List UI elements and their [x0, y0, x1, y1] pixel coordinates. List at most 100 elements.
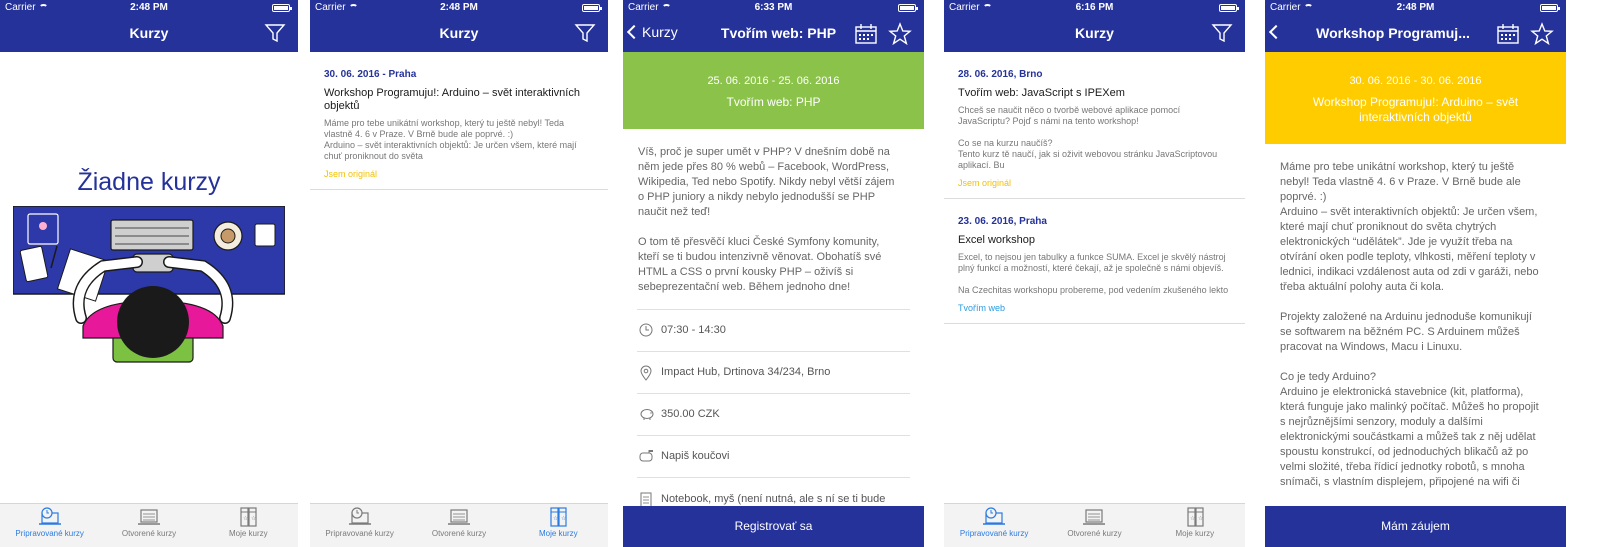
tab-bar: Pripravované kurzy Otvorené kurzy ☆ ☆ Moj…: [0, 503, 298, 547]
status-bar: Carrier 6:33 PM: [623, 0, 924, 16]
course-place: Impact Hub, Drtinova 34/234, Brno: [661, 366, 831, 378]
svg-text:☆: ☆: [1190, 515, 1195, 522]
status-bar: Carrier 2:48 PM: [0, 0, 298, 16]
tab-label: Pripravované kurzy: [15, 529, 84, 538]
tab-label: Pripravované kurzy: [325, 529, 394, 538]
nav-bar: Kurzy: [944, 16, 1245, 52]
tab-prepared[interactable]: Pripravované kurzy: [944, 504, 1044, 547]
register-button[interactable]: Registrovať sa: [623, 506, 924, 547]
screen-prepared-list: Carrier 6:16 PM Kurzy 28. 06. 2016, Brno…: [944, 0, 1245, 547]
location-pin-icon: [639, 365, 653, 384]
clock: 2:48 PM: [130, 2, 168, 13]
tab-label: Otvorené kurzy: [121, 529, 177, 538]
course-hero: 25. 06. 2016 - 25. 06. 2016 Tvořím web: …: [623, 52, 924, 129]
course-hero-title: Tvořím web: PHP: [726, 95, 821, 109]
calendar-icon[interactable]: [854, 23, 878, 50]
status-bar: Carrier 2:48 PM: [1265, 0, 1566, 16]
filter-icon[interactable]: [1211, 22, 1233, 49]
filter-icon[interactable]: [574, 22, 596, 49]
screen-prepared-empty: Carrier 2:48 PM Kurzy Žiadne kurzy Pripr…: [0, 0, 298, 547]
tab-opened[interactable]: Otvorené kurzy: [99, 504, 198, 547]
price-row: 350.00 CZK: [637, 394, 910, 436]
course-date: 28. 06. 2016, Brno: [958, 69, 1043, 80]
status-bar: Carrier 2:48 PM: [310, 0, 608, 16]
tab-mine[interactable]: ☆ ☆ Moje kurzy: [509, 504, 608, 547]
tab-prepared[interactable]: Pripravované kurzy: [0, 504, 99, 547]
status-bar: Carrier 6:16 PM: [944, 0, 1245, 16]
tab-bar: Pripravované kurzy Otvorené kurzy ☆ ☆ Moj…: [944, 503, 1245, 547]
clock: 2:48 PM: [440, 2, 478, 13]
screen-course-detail-php: Carrier 6:33 PM Kurzy Tvořím web: PHP 25…: [623, 0, 924, 547]
page-title: Workshop Programuj...: [1316, 25, 1470, 41]
laptop-keyboard-icon: [1083, 509, 1106, 525]
course-name: Workshop Programuju!: Arduino – svět int…: [324, 87, 580, 112]
course-list-item[interactable]: 28. 06. 2016, Brno Tvořím web: JavaScrip…: [944, 52, 1245, 199]
course-description: Excel, to nejsou jen tabulky a funkce SU…: [958, 252, 1229, 295]
battery-icon: [1219, 4, 1239, 12]
course-hero-title: Workshop Programuju!: Arduino – svět int…: [1312, 95, 1519, 124]
chevron-left-icon: [626, 24, 642, 40]
course-list-item[interactable]: 30. 06. 2016 - Praha Workshop Programuju…: [310, 52, 608, 190]
books-star-icon: ☆ ☆: [1187, 507, 1204, 527]
tab-mine[interactable]: ☆ ☆ Moje kurzy: [199, 504, 298, 547]
books-star-icon: ☆ ☆: [550, 507, 567, 527]
tab-label: Moje kurzy: [538, 529, 578, 538]
piggy-bank-icon: [639, 407, 655, 424]
tab-label: Pripravované kurzy: [959, 529, 1029, 538]
laptop-keyboard-icon: [137, 509, 160, 525]
clock-icon: [639, 323, 653, 340]
course-description: Víš, proč je super umět v PHP? V dnešním…: [638, 146, 895, 293]
laptop-clock-icon: [38, 507, 61, 525]
laptop-clock-icon: [983, 507, 1006, 525]
calendar-icon[interactable]: [1496, 23, 1520, 50]
screen-course-detail-arduino: Carrier 2:48 PM Workshop Programuj... 30…: [1265, 0, 1566, 547]
course-name: Excel workshop: [958, 234, 1036, 246]
tab-label: Otvorené kurzy: [1067, 529, 1122, 538]
tab-opened[interactable]: Otvorené kurzy: [1044, 504, 1144, 547]
svg-text:☆: ☆: [1198, 515, 1203, 522]
course-date: 23. 06. 2016, Praha: [958, 216, 1047, 227]
chevron-left-icon: [1268, 24, 1284, 40]
place-row[interactable]: Impact Hub, Drtinova 34/234, Brno: [637, 352, 910, 394]
nav-bar: Workshop Programuj...: [1265, 16, 1566, 52]
course-category: Tvořím web: [958, 303, 1006, 313]
tab-label: Otvorené kurzy: [431, 529, 487, 538]
star-icon[interactable]: [1530, 22, 1554, 51]
course-category: Jsem originál: [958, 178, 1012, 188]
empty-state-title: Žiadne kurzy: [77, 168, 221, 196]
clock: 6:33 PM: [754, 2, 793, 13]
course-price: 350.00 CZK: [661, 408, 720, 420]
desk-illustration: [12, 205, 286, 375]
svg-text:☆: ☆: [251, 515, 256, 522]
time-row: 07:30 - 14:30: [637, 310, 910, 352]
clock: 6:16 PM: [1075, 2, 1114, 13]
tab-prepared[interactable]: Pripravované kurzy: [310, 504, 409, 547]
nav-bar: Kurzy: [0, 16, 298, 52]
laptop-clock-icon: [348, 507, 371, 525]
tab-opened[interactable]: Otvorené kurzy: [409, 504, 508, 547]
tab-label: Moje kurzy: [228, 529, 268, 538]
filter-icon[interactable]: [264, 22, 286, 49]
tab-mine[interactable]: ☆ ☆ Moje kurzy: [1145, 504, 1245, 547]
course-description: Máme pro tebe unikátní workshop, který t…: [1280, 161, 1539, 488]
svg-text:☆: ☆: [243, 515, 248, 522]
star-icon[interactable]: [888, 22, 912, 51]
coach-row[interactable]: Napiš koučovi: [637, 436, 910, 478]
tab-bar: Pripravované kurzy Otvorené kurzy ☆ ☆ Moj…: [310, 503, 608, 547]
course-date: 30. 06. 2016 - Praha: [324, 69, 417, 80]
screen-my-courses: Carrier 2:48 PM Kurzy 30. 06. 2016 - Pra…: [310, 0, 608, 547]
nav-bar: Kurzy Tvořím web: PHP: [623, 16, 924, 52]
battery-icon: [1540, 4, 1560, 12]
contact-coach: Napiš koučovi: [661, 450, 730, 462]
back-button[interactable]: [1268, 24, 1284, 40]
interest-button[interactable]: Mám záujem: [1265, 506, 1566, 547]
course-dates: 25. 06. 2016 - 25. 06. 2016: [707, 75, 840, 87]
page-title: Kurzy: [439, 25, 479, 41]
tab-label: Moje kurzy: [1175, 529, 1215, 538]
course-list-item[interactable]: 23. 06. 2016, Praha Excel workshop Excel…: [944, 199, 1245, 324]
svg-text:☆: ☆: [553, 515, 558, 522]
course-description: Máme pro tebe unikátní workshop, který t…: [324, 118, 577, 161]
course-hero: 30. 06. 2016 - 30. 06. 2016 Workshop Pro…: [1265, 52, 1566, 144]
nav-bar: Kurzy: [310, 16, 608, 52]
page-title: Kurzy: [129, 25, 169, 41]
